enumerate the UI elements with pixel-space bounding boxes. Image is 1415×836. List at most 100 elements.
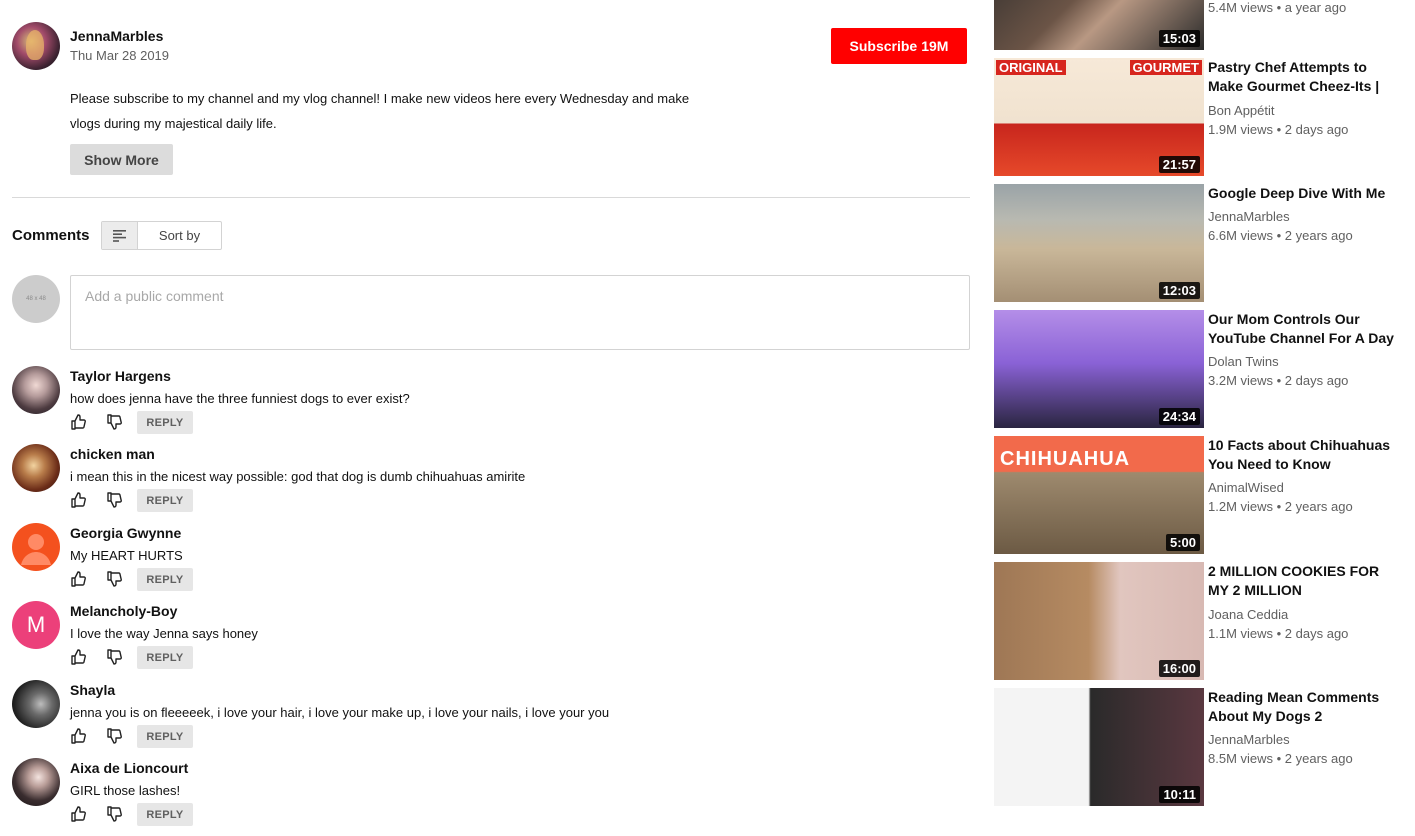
thumbs-up-icon[interactable] bbox=[70, 649, 86, 665]
video-title[interactable]: Our Mom Controls Our YouTube Channel For… bbox=[1208, 310, 1398, 348]
related-video[interactable]: 15:03 5.4M views • a year ago bbox=[994, 0, 1404, 50]
reply-button[interactable]: REPLY bbox=[137, 411, 193, 434]
video-thumbnail[interactable]: 12:03 bbox=[994, 184, 1204, 302]
sort-icon bbox=[102, 222, 138, 249]
thumbnail-text: CHIHUAHUA bbox=[1000, 448, 1131, 470]
video-duration: 15:03 bbox=[1158, 30, 1200, 47]
reply-button[interactable]: REPLY bbox=[137, 489, 193, 512]
divider bbox=[12, 197, 970, 198]
comment-avatar[interactable] bbox=[12, 680, 60, 728]
video-title[interactable]: Reading Mean Comments About My Dogs 2 bbox=[1208, 688, 1398, 726]
video-meta: 3.2M views • 2 days ago bbox=[1208, 373, 1349, 388]
comment-avatar[interactable] bbox=[12, 523, 60, 571]
subscribe-label: Subscribe bbox=[849, 38, 918, 54]
video-channel[interactable]: AnimalWised bbox=[1208, 480, 1284, 495]
comment-avatar[interactable] bbox=[12, 366, 60, 414]
comment-author[interactable]: Shayla bbox=[70, 682, 115, 698]
comment-text: how does jenna have the three funniest d… bbox=[70, 391, 410, 406]
video-duration: 5:00 bbox=[1165, 534, 1200, 551]
comment-input[interactable] bbox=[70, 275, 970, 350]
current-user-avatar: 48 x 48 bbox=[12, 275, 60, 323]
thumbs-up-icon[interactable] bbox=[70, 806, 86, 822]
video-meta: 6.6M views • 2 years ago bbox=[1208, 228, 1353, 243]
subscriber-count: 19M bbox=[921, 38, 949, 54]
comment-item: chicken man i mean this in the nicest wa… bbox=[12, 444, 972, 518]
thumbs-up-icon[interactable] bbox=[70, 728, 86, 744]
video-duration: 12:03 bbox=[1158, 282, 1200, 299]
video-title[interactable]: Google Deep Dive With Me bbox=[1208, 184, 1398, 203]
video-duration: 24:34 bbox=[1158, 408, 1200, 425]
video-channel[interactable]: JennaMarbles bbox=[1208, 732, 1290, 747]
video-channel[interactable]: Joana Ceddia bbox=[1208, 607, 1288, 622]
video-thumbnail[interactable]: 15:03 bbox=[994, 0, 1204, 50]
thumbs-down-icon[interactable] bbox=[106, 728, 122, 744]
related-video[interactable]: CHIHUAHUA 5:00 10 Facts about Chihuahuas… bbox=[994, 436, 1404, 554]
video-thumbnail[interactable]: CHIHUAHUA 5:00 bbox=[994, 436, 1204, 554]
comment-text: i mean this in the nicest way possible: … bbox=[70, 469, 526, 484]
video-title[interactable]: Pastry Chef Attempts to Make Gourmet Che… bbox=[1208, 58, 1398, 96]
default-user-icon bbox=[21, 534, 51, 565]
thumbs-up-icon[interactable] bbox=[70, 571, 86, 587]
video-duration: 16:00 bbox=[1158, 660, 1200, 677]
reply-button[interactable]: REPLY bbox=[137, 646, 193, 669]
related-video[interactable]: 16:00 2 MILLION COOKIES FOR MY 2 MILLION… bbox=[994, 562, 1404, 680]
video-meta: 1.9M views • 2 days ago bbox=[1208, 122, 1349, 137]
related-video[interactable]: 10:11 Reading Mean Comments About My Dog… bbox=[994, 688, 1404, 806]
comment-author[interactable]: Taylor Hargens bbox=[70, 368, 171, 384]
show-more-button[interactable]: Show More bbox=[70, 144, 173, 175]
comment-item: Aixa de Lioncourt GIRL those lashes! REP… bbox=[12, 758, 972, 832]
related-video[interactable]: ORIGINAL GOURMET 21:57 Pastry Chef Attem… bbox=[994, 58, 1404, 176]
related-video[interactable]: 12:03 Google Deep Dive With Me JennaMarb… bbox=[994, 184, 1404, 302]
video-description: Please subscribe to my channel and my vl… bbox=[70, 91, 690, 131]
related-video[interactable]: 24:34 Our Mom Controls Our YouTube Chann… bbox=[994, 310, 1404, 428]
video-duration: 10:11 bbox=[1159, 786, 1200, 803]
comment-avatar[interactable] bbox=[12, 758, 60, 806]
video-meta: 5.4M views • a year ago bbox=[1208, 0, 1347, 15]
thumbs-down-icon[interactable] bbox=[106, 649, 122, 665]
thumbs-down-icon[interactable] bbox=[106, 571, 122, 587]
thumbnail-text: ORIGINAL bbox=[996, 60, 1066, 75]
video-thumbnail[interactable]: 24:34 bbox=[994, 310, 1204, 428]
sort-label: Sort by bbox=[158, 228, 201, 243]
comment-author[interactable]: chicken man bbox=[70, 446, 155, 462]
channel-name[interactable]: JennaMarbles bbox=[70, 28, 163, 44]
comment-avatar[interactable] bbox=[12, 444, 60, 492]
comment-text: My HEART HURTS bbox=[70, 548, 183, 563]
video-thumbnail[interactable]: ORIGINAL GOURMET 21:57 bbox=[994, 58, 1204, 176]
subscribe-button[interactable]: Subscribe 19M bbox=[831, 28, 967, 64]
video-thumbnail[interactable]: 16:00 bbox=[994, 562, 1204, 680]
comment-item: Shayla jenna you is on fleeeeek, i love … bbox=[12, 680, 972, 754]
reply-button[interactable]: REPLY bbox=[137, 803, 193, 826]
comment-text: GIRL those lashes! bbox=[70, 783, 181, 798]
thumbs-up-icon[interactable] bbox=[70, 492, 86, 508]
sort-dropdown[interactable]: Sort by bbox=[101, 221, 222, 250]
video-meta: 1.2M views • 2 years ago bbox=[1208, 499, 1353, 514]
thumbs-down-icon[interactable] bbox=[106, 492, 122, 508]
publish-date: Thu Mar 28 2019 bbox=[70, 48, 170, 63]
thumbs-down-icon[interactable] bbox=[106, 806, 122, 822]
comment-item: Taylor Hargens how does jenna have the t… bbox=[12, 366, 972, 440]
comment-text: I love the way Jenna says honey bbox=[70, 626, 258, 641]
comment-item: M Melancholy-Boy I love the way Jenna sa… bbox=[12, 601, 972, 675]
comment-author[interactable]: Melancholy-Boy bbox=[70, 603, 177, 619]
comment-author[interactable]: Georgia Gwynne bbox=[70, 525, 181, 541]
video-meta: 1.1M views • 2 days ago bbox=[1208, 626, 1349, 641]
reply-button[interactable]: REPLY bbox=[137, 568, 193, 591]
comment-avatar[interactable]: M bbox=[12, 601, 60, 649]
thumbnail-text: GOURMET bbox=[1129, 60, 1202, 75]
video-title[interactable]: 2 MILLION COOKIES FOR MY 2 MILLION bbox=[1208, 562, 1398, 600]
thumbs-up-icon[interactable] bbox=[70, 414, 86, 430]
channel-avatar[interactable] bbox=[12, 22, 60, 70]
thumbs-down-icon[interactable] bbox=[106, 414, 122, 430]
video-channel[interactable]: JennaMarbles bbox=[1208, 209, 1290, 224]
video-meta: 8.5M views • 2 years ago bbox=[1208, 751, 1353, 766]
comment-text: jenna you is on fleeeeek, i love your ha… bbox=[70, 705, 610, 720]
comment-author[interactable]: Aixa de Lioncourt bbox=[70, 760, 188, 776]
video-channel[interactable]: Bon Appétit bbox=[1208, 103, 1275, 118]
video-duration: 21:57 bbox=[1158, 156, 1200, 173]
reply-button[interactable]: REPLY bbox=[137, 725, 193, 748]
video-title[interactable]: 10 Facts about Chihuahuas You Need to Kn… bbox=[1208, 436, 1398, 474]
video-thumbnail[interactable]: 10:11 bbox=[994, 688, 1204, 806]
video-channel[interactable]: Dolan Twins bbox=[1208, 354, 1279, 369]
comment-item: Georgia Gwynne My HEART HURTS REPLY bbox=[12, 523, 972, 597]
